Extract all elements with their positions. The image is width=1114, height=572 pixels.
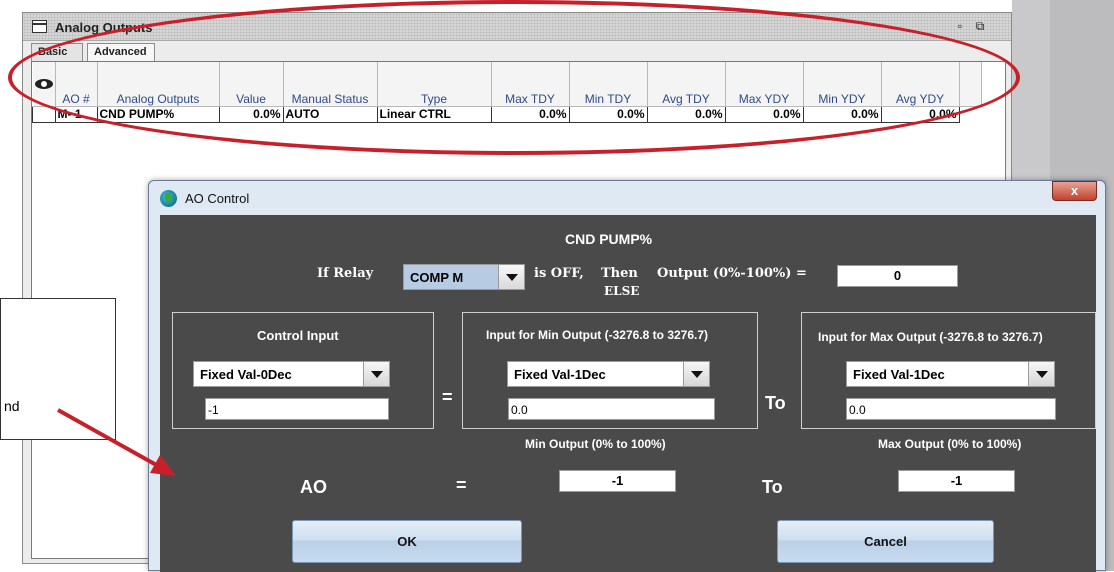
chevron-down-icon[interactable] <box>1028 362 1054 386</box>
is-off-label: is OFF, <box>534 266 584 281</box>
callout-text: nd <box>4 398 20 414</box>
control-input-type-dropdown[interactable]: Fixed Val-0Dec <box>193 361 390 387</box>
dialog-title: AO Control <box>185 191 250 206</box>
if-relay-label: If Relay <box>317 266 374 281</box>
min-output-field[interactable]: -1 <box>559 470 676 492</box>
min-output-label: Min Output (0% to 100%) <box>525 437 666 451</box>
chevron-down-icon[interactable] <box>683 362 709 386</box>
minimize-icon[interactable]: ▫ <box>953 19 967 33</box>
output-value-field[interactable]: 0 <box>837 265 958 287</box>
relay-dropdown[interactable]: COMP M <box>403 264 525 290</box>
window-icon <box>32 20 47 33</box>
max-output-field[interactable]: -1 <box>898 470 1015 492</box>
cancel-button[interactable]: Cancel <box>777 520 994 563</box>
ao-control-dialog: AO Control x CND PUMP% If Relay COMP M i… <box>148 180 1106 572</box>
chevron-down-icon[interactable] <box>498 265 524 289</box>
dialog-titlebar: AO Control x <box>149 181 1105 215</box>
to-label: To <box>765 393 786 413</box>
output-name: CND PUMP% <box>565 231 653 247</box>
min-input-label: Input for Min Output (-3276.8 to 3276.7) <box>486 328 709 342</box>
highlight-ellipse <box>8 0 1020 155</box>
dialog-body: CND PUMP% If Relay COMP M is OFF, Then E… <box>160 215 1096 572</box>
globe-icon <box>160 190 177 207</box>
min-input-type: Fixed Val-1Dec <box>514 367 606 382</box>
control-input-type: Fixed Val-0Dec <box>200 367 292 382</box>
maximize-icon[interactable]: ⧉ <box>973 19 987 33</box>
max-input-field[interactable]: 0.0 <box>846 398 1056 420</box>
equals-sign: = <box>442 387 453 407</box>
else-label: ELSE <box>604 284 640 298</box>
max-input-type-dropdown[interactable]: Fixed Val-1Dec <box>846 361 1055 387</box>
max-output-label: Max Output (0% to 100%) <box>878 437 1022 451</box>
relay-value: COMP M <box>410 270 464 285</box>
then-label: Then <box>601 266 638 281</box>
output-label: Output (0%-100%) = <box>657 266 807 281</box>
to-label: To <box>762 477 783 497</box>
max-input-label: Input for Max Output (-3276.8 to 3276.7) <box>818 330 1043 344</box>
callout-box: nd <box>0 298 116 440</box>
max-input-type: Fixed Val-1Dec <box>853 367 945 382</box>
control-input-label: Control Input <box>257 328 339 343</box>
close-button[interactable]: x <box>1052 181 1097 201</box>
min-input-field[interactable]: 0.0 <box>508 398 715 420</box>
ao-label: AO <box>300 477 327 497</box>
chevron-down-icon[interactable] <box>363 362 389 386</box>
control-input-field[interactable]: -1 <box>205 398 389 420</box>
equals-sign: = <box>456 475 467 495</box>
min-input-type-dropdown[interactable]: Fixed Val-1Dec <box>507 361 710 387</box>
ok-button[interactable]: OK <box>292 520 522 563</box>
